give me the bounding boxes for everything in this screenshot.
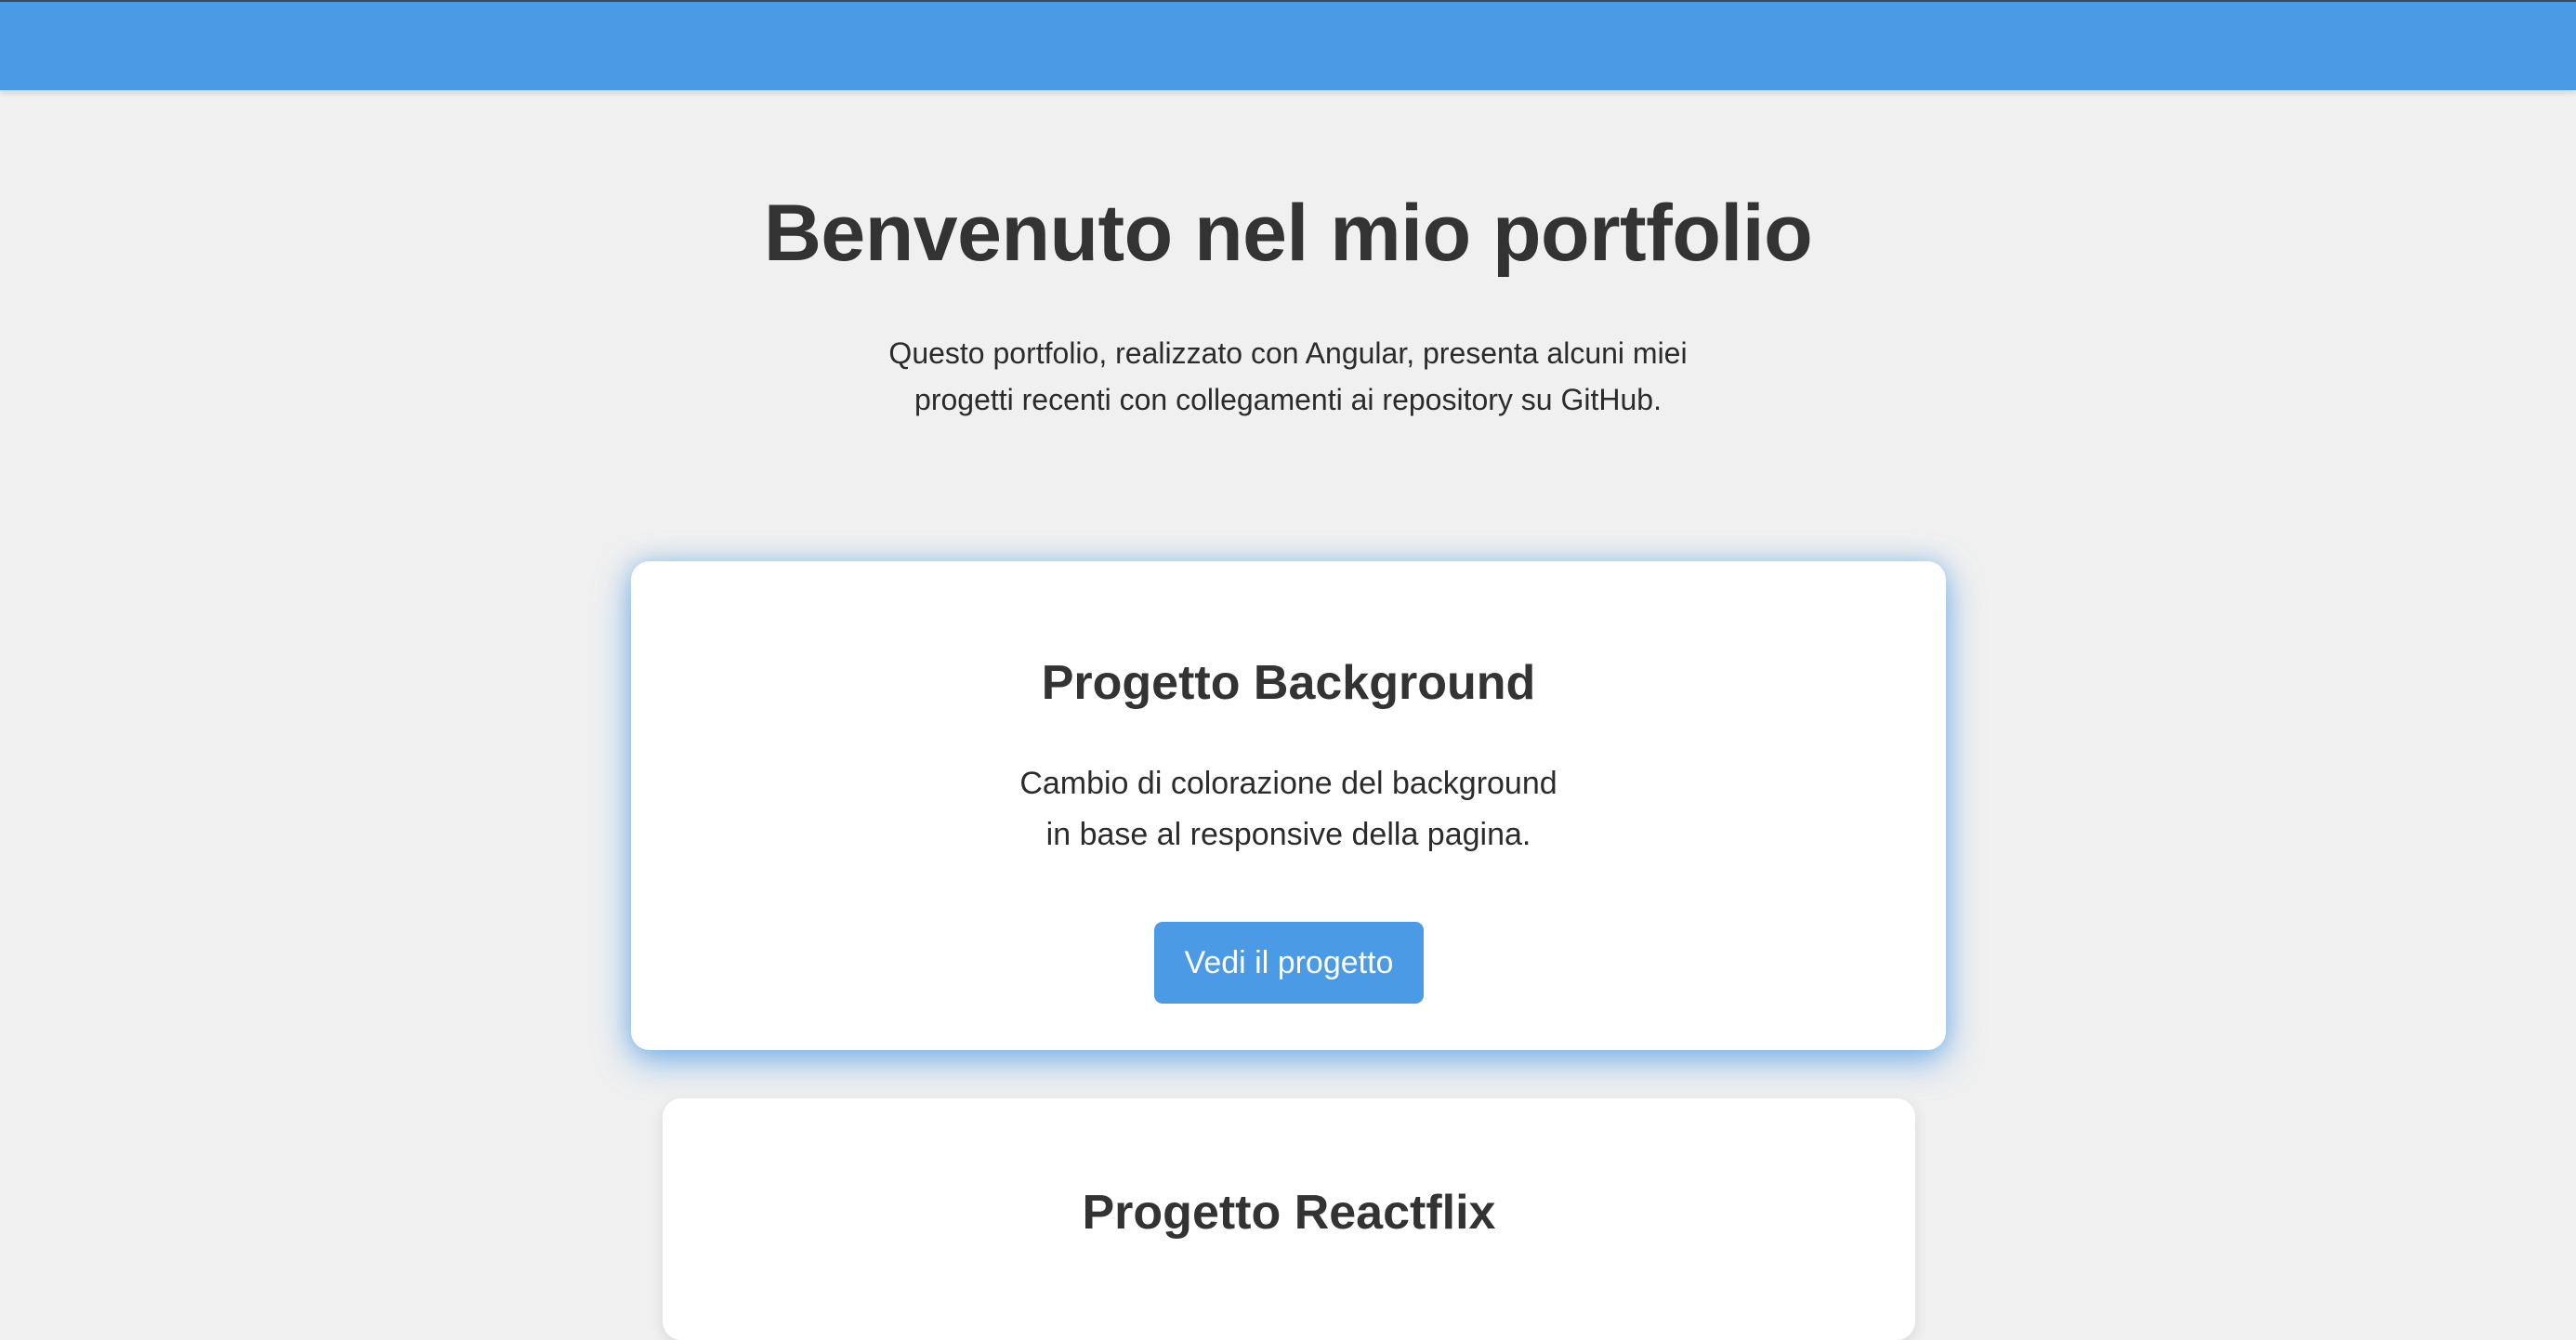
page-intro-line-1: Questo portfolio, realizzato con Angular…: [888, 336, 1688, 370]
project-card-reactflix: Progetto Reactflix: [663, 1098, 1915, 1340]
page-intro-line-2: progetti recenti con collegamenti ai rep…: [914, 383, 1662, 416]
project-description-line-2: in base al responsive della pagina.: [1045, 817, 1531, 852]
page-intro: Questo portfolio, realizzato con Angular…: [823, 330, 1753, 423]
project-card-background: Progetto Background Cambio di colorazion…: [631, 561, 1946, 1050]
view-project-button[interactable]: Vedi il progetto: [1154, 922, 1424, 1004]
page-title: Benvenuto nel mio portfolio: [763, 189, 1813, 278]
top-navbar: [0, 0, 2576, 90]
project-description: Cambio di colorazione del background in …: [631, 758, 1946, 860]
project-title: Progetto Background: [1041, 656, 1536, 710]
project-title: Progetto Reactflix: [1082, 1186, 1496, 1240]
project-description-line-1: Cambio di colorazione del background: [1019, 766, 1557, 801]
